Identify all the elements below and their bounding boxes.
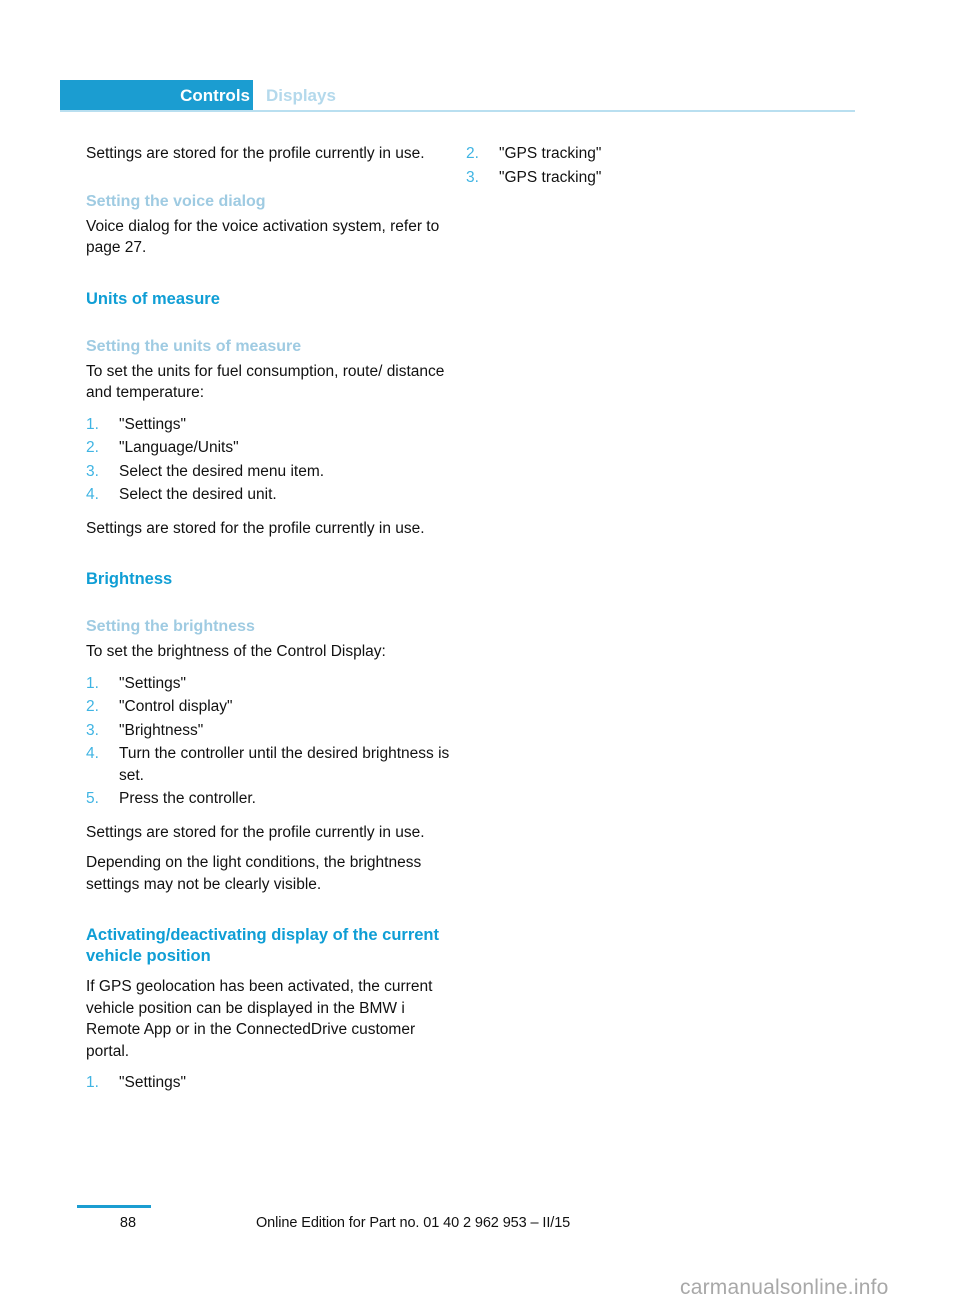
edition-notice: Online Edition for Part no. 01 40 2 962 … [256,1215,571,1231]
step-list: 1. "Settings" 2. "Language/Units" 3. Select t… [86,414,451,506]
step-item: 4. Turn the controller until the desired … [86,743,451,786]
step-item: 1. "Settings" [86,673,451,695]
step-item: 2. "GPS tracking" [466,143,831,165]
step-number: 4. [86,745,99,762]
step-item: 1. "Settings" [86,1072,451,1094]
step-number: 1. [86,415,99,433]
step-text: "GPS tracking" [499,168,602,186]
step-text: "Settings" [119,415,187,433]
body-paragraph: To set the brightness of the Control Dis… [86,643,386,660]
step-item: 3. Select the desired menu item. [86,461,451,483]
body-paragraph: Settings are stored for the profile curr… [86,145,425,162]
header-divider [60,110,855,112]
body-paragraph: Settings are stored for the profile curr… [86,823,425,841]
tab-controls[interactable]: Controls [60,80,253,111]
step-text: Select the desired unit. [119,486,277,503]
subsection-heading: Setting the units of measure [86,337,302,355]
step-text: Turn the controller until the desired br… [119,745,450,784]
tab-controls-label: Controls [180,86,250,105]
footer-divider [77,1205,151,1208]
step-number: 3. [86,462,99,480]
step-number: 2. [466,145,479,162]
body-paragraph: Voice dialog for the voice activation sy… [86,217,440,257]
tab-displays-label: Displays [266,86,336,105]
step-item: 2. "Language/Units" [86,437,451,459]
step-list: 2. "GPS tracking" 3. "GPS tracking" [466,143,831,188]
subsection-heading: Setting the brightness [86,618,255,635]
subsection-heading: Setting the voice dialog [86,192,266,210]
step-number: 3. [86,721,99,739]
step-text: Select the desired menu item. [119,462,325,480]
body-paragraph: Depending on the light conditions, the b… [86,854,422,893]
watermark: carmanualsonline.info [680,1276,889,1299]
step-item: 3. "Brightness" [86,720,451,742]
step-number: 1. [86,674,99,692]
content-column-right: 2. "GPS tracking" 3. "GPS tracking" [466,143,831,190]
step-item: 5. Press the controller. [86,788,451,810]
step-number: 2. [86,439,99,456]
step-text: Press the controller. [119,790,256,807]
step-number: 2. [86,698,99,715]
step-item: 1. "Settings" [86,414,451,436]
body-paragraph: If GPS geolocation has been activated, t… [86,978,433,1060]
body-paragraph: Settings are stored for the profile curr… [86,519,425,537]
step-item: 2. "Control display" [86,696,451,718]
step-number: 1. [86,1074,99,1091]
step-text: "Language/Units" [119,439,239,456]
section-heading: Brightness [86,570,173,588]
step-number: 3. [466,168,479,186]
step-number: 5. [86,790,99,807]
step-item: 4. Select the desired unit. [86,484,451,506]
content-column-left: Settings are stored for the profile curr… [86,143,451,1096]
step-item: 3. "GPS tracking" [466,167,831,189]
step-text: "Settings" [119,674,187,692]
section-heading: Units of measure [86,289,220,308]
tab-displays[interactable]: Displays [266,80,336,111]
step-number: 4. [86,486,99,503]
step-text: "Brightness" [119,721,204,739]
page-number: 88 [119,1215,137,1231]
step-list: 1. "Settings" [86,1072,451,1094]
step-text: "GPS tracking" [499,145,602,162]
step-text: "Settings" [119,1074,187,1091]
step-text: "Control display" [119,698,233,715]
step-list: 1. "Settings" 2. "Control display" 3. "Bright… [86,673,451,810]
body-paragraph: To set the units for fuel consumption, r… [86,362,445,402]
page-header: Controls Displays [60,80,855,112]
section-heading: Activating/deactivating display of the c… [86,926,439,965]
